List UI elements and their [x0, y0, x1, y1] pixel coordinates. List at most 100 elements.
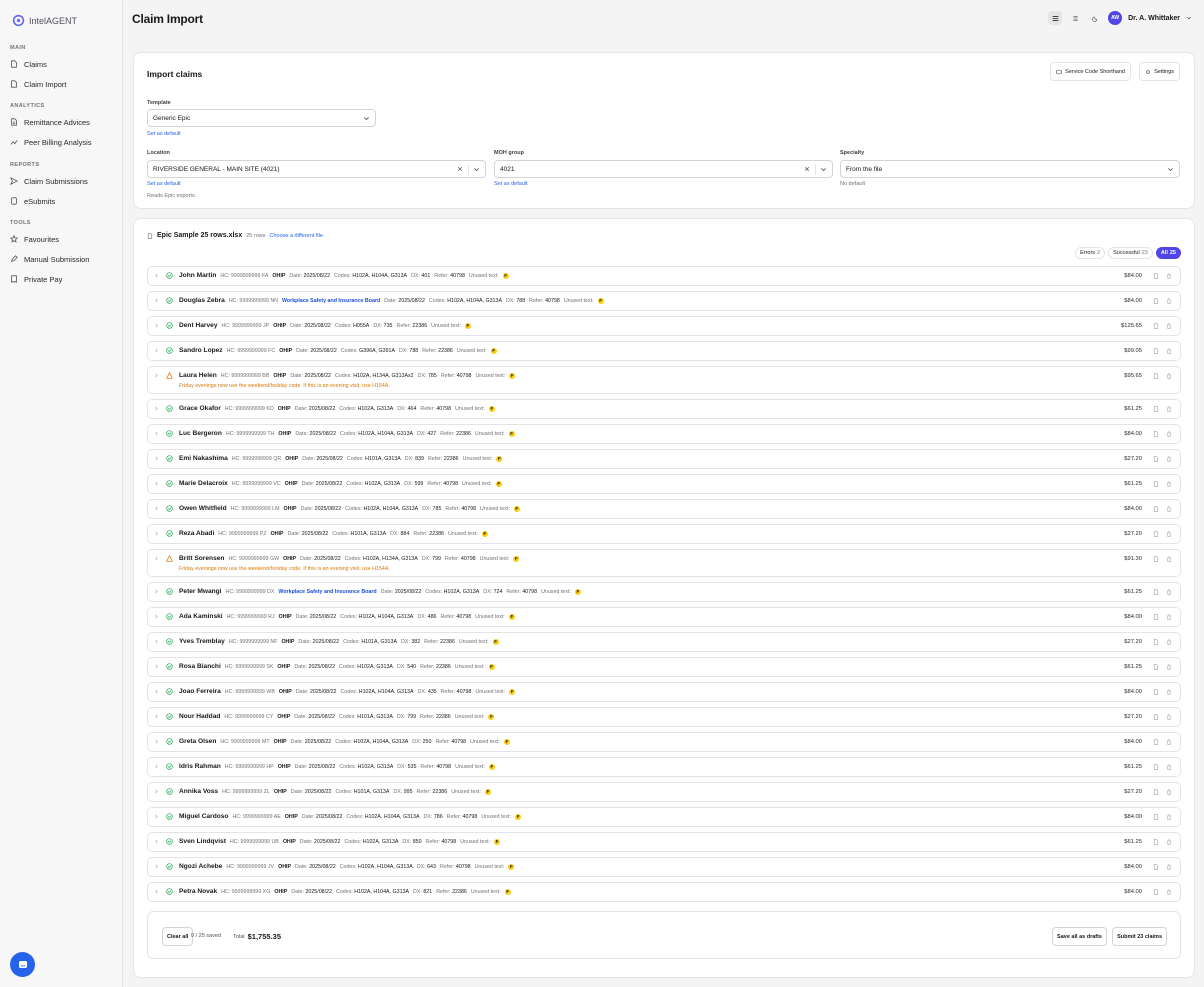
- trash-icon[interactable]: [1166, 348, 1172, 354]
- sidebar-item-claim-import[interactable]: Claim Import: [10, 77, 67, 91]
- sidebar-item-favourites[interactable]: Favourites: [10, 232, 59, 246]
- save-draft-icon[interactable]: [1153, 664, 1159, 670]
- trash-icon[interactable]: [1166, 689, 1172, 695]
- save-draft-icon[interactable]: [1153, 323, 1159, 329]
- view-comfortable-toggle[interactable]: [1068, 11, 1082, 25]
- trash-icon[interactable]: [1166, 739, 1172, 745]
- avatar[interactable]: AW: [1108, 11, 1123, 25]
- save-draft-icon[interactable]: [1153, 431, 1159, 437]
- sidebar-item-remittance-advices[interactable]: Remittance Advices: [10, 115, 90, 129]
- claim-row[interactable]: Miguel Cardoso HC: 9999999999 AE OHIP Date:…: [147, 807, 1181, 827]
- theme-toggle[interactable]: [1088, 11, 1102, 25]
- trash-icon[interactable]: [1166, 589, 1172, 595]
- save-draft-icon[interactable]: [1153, 348, 1159, 354]
- trash-icon[interactable]: [1166, 406, 1172, 412]
- chevron-right-icon[interactable]: [154, 298, 159, 303]
- save-draft-icon[interactable]: [1153, 789, 1159, 795]
- sidebar-item-manual-submission[interactable]: Manual Submission: [10, 252, 89, 266]
- save-draft-icon[interactable]: [1153, 889, 1159, 895]
- trash-icon[interactable]: [1166, 456, 1172, 462]
- save-draft-icon[interactable]: [1153, 506, 1159, 512]
- template-set-default-link[interactable]: Set as default: [147, 131, 181, 137]
- trash-icon[interactable]: [1166, 714, 1172, 720]
- app-logo[interactable]: IntelAGENT: [12, 14, 77, 27]
- save-draft-icon[interactable]: [1153, 531, 1159, 537]
- trash-icon[interactable]: [1166, 814, 1172, 820]
- trash-icon[interactable]: [1166, 789, 1172, 795]
- claim-row[interactable]: Emi Nakashima HC: 9999999999 QR OHIP Date: …: [147, 449, 1181, 469]
- location-select[interactable]: RIVERSIDE GENERAL - MAIN SITE (4021): [147, 160, 486, 178]
- claim-row[interactable]: Owen Whitfield HC: 9999999999 LM OHIP Date:…: [147, 499, 1181, 519]
- save-draft-icon[interactable]: [1153, 614, 1159, 620]
- save-draft-icon[interactable]: [1153, 273, 1159, 279]
- location-set-default-link[interactable]: Set as default: [147, 181, 181, 187]
- claim-row[interactable]: Peter Mwangi HC: 9999999999 DX Workplace S…: [147, 582, 1181, 602]
- claim-row[interactable]: Ada Kaminski HC: 9999999999 RJ OHIP Date: 2…: [147, 607, 1181, 627]
- save-draft-icon[interactable]: [1153, 714, 1159, 720]
- filter-errors[interactable]: Errors 2: [1075, 247, 1106, 259]
- chevron-right-icon[interactable]: [154, 664, 159, 669]
- settings-button[interactable]: Settings: [1139, 62, 1180, 81]
- trash-icon[interactable]: [1166, 481, 1172, 487]
- chevron-right-icon[interactable]: [154, 456, 159, 461]
- chevron-right-icon[interactable]: [154, 789, 159, 794]
- chevron-right-icon[interactable]: [154, 889, 159, 894]
- user-name[interactable]: Dr. A. Whittaker: [1128, 15, 1180, 22]
- claim-row[interactable]: Grace Okafor HC: 9999999999 KD OHIP Date: 2…: [147, 399, 1181, 419]
- filter-all[interactable]: All 25: [1155, 247, 1181, 259]
- view-compact-toggle[interactable]: [1048, 11, 1063, 25]
- trash-icon[interactable]: [1166, 764, 1172, 770]
- trash-icon[interactable]: [1166, 864, 1172, 870]
- trash-icon[interactable]: [1166, 323, 1172, 329]
- trash-icon[interactable]: [1166, 889, 1172, 895]
- chevron-right-icon[interactable]: [154, 839, 159, 844]
- claim-row[interactable]: Rosa Bianchi HC: 9999999999 SK OHIP Date: 2…: [147, 657, 1181, 677]
- claim-row[interactable]: Idris Rahman HC: 9999999999 HP OHIP Date: 2…: [147, 757, 1181, 777]
- claim-row[interactable]: Marie Delacroix HC: 9999999999 VC OHIP Date…: [147, 474, 1181, 494]
- template-select[interactable]: Generic Epic: [147, 109, 376, 127]
- trash-icon[interactable]: [1166, 273, 1172, 279]
- chevron-right-icon[interactable]: [154, 639, 159, 644]
- save-draft-icon[interactable]: [1153, 814, 1159, 820]
- claim-row[interactable]: Reza Abadi HC: 9999999999 PZ OHIP Date: 202…: [147, 524, 1181, 544]
- clear-all-button[interactable]: Clear all: [162, 927, 194, 946]
- submit-claims-button[interactable]: Submit 23 claims: [1112, 927, 1167, 946]
- save-draft-icon[interactable]: [1153, 406, 1159, 412]
- claim-row[interactable]: Sandro Lopez HC: 9999999999 FC OHIP Date: 2…: [147, 341, 1181, 361]
- save-draft-icon[interactable]: [1153, 739, 1159, 745]
- chevron-right-icon[interactable]: [154, 406, 159, 411]
- chat-launcher-button[interactable]: [10, 952, 35, 977]
- service-code-shorthand-button[interactable]: Service Code Shorthand: [1050, 62, 1131, 81]
- claim-row[interactable]: Nour Haddad HC: 9999999999 CY OHIP Date: 20…: [147, 707, 1181, 727]
- chevron-right-icon[interactable]: [154, 506, 159, 511]
- filter-successful[interactable]: Successful 23: [1108, 247, 1153, 259]
- sidebar-item-claims[interactable]: Claims: [10, 57, 47, 71]
- chevron-right-icon[interactable]: [154, 531, 159, 536]
- clear-location-icon[interactable]: [457, 166, 463, 172]
- save-draft-icon[interactable]: [1153, 839, 1159, 845]
- sidebar-item-private-pay[interactable]: Private Pay: [10, 272, 62, 286]
- clear-moh-group-icon[interactable]: [804, 166, 810, 172]
- sidebar-item-peer-billing-analysis[interactable]: Peer Billing Analysis: [10, 135, 92, 149]
- save-draft-icon[interactable]: [1153, 764, 1159, 770]
- chevron-right-icon[interactable]: [154, 348, 159, 353]
- chevron-right-icon[interactable]: [154, 714, 159, 719]
- sidebar-item-esubmits[interactable]: eSubmits: [10, 194, 55, 208]
- trash-icon[interactable]: [1166, 639, 1172, 645]
- trash-icon[interactable]: [1166, 298, 1172, 304]
- claim-row[interactable]: Sven Lindqvist HC: 9999999999 UB OHIP Date:…: [147, 832, 1181, 852]
- chevron-right-icon[interactable]: [154, 273, 159, 278]
- trash-icon[interactable]: [1166, 839, 1172, 845]
- chevron-right-icon[interactable]: [154, 614, 159, 619]
- moh-group-select[interactable]: 4021: [494, 160, 833, 178]
- specialty-select[interactable]: From the file: [840, 160, 1180, 178]
- chevron-right-icon[interactable]: [154, 323, 159, 328]
- claim-row[interactable]: Douglas Zebra HC: 9999999999 NN Workplace …: [147, 291, 1181, 311]
- save-draft-icon[interactable]: [1153, 689, 1159, 695]
- claim-row[interactable]: John Martin HC: 9999999999 FA OHIP Date: 20…: [147, 266, 1181, 286]
- trash-icon[interactable]: [1166, 556, 1172, 562]
- sidebar-item-claim-submissions[interactable]: Claim Submissions: [10, 174, 88, 188]
- save-draft-icon[interactable]: [1153, 481, 1159, 487]
- chevron-right-icon[interactable]: [154, 689, 159, 694]
- save-draft-icon[interactable]: [1153, 373, 1159, 379]
